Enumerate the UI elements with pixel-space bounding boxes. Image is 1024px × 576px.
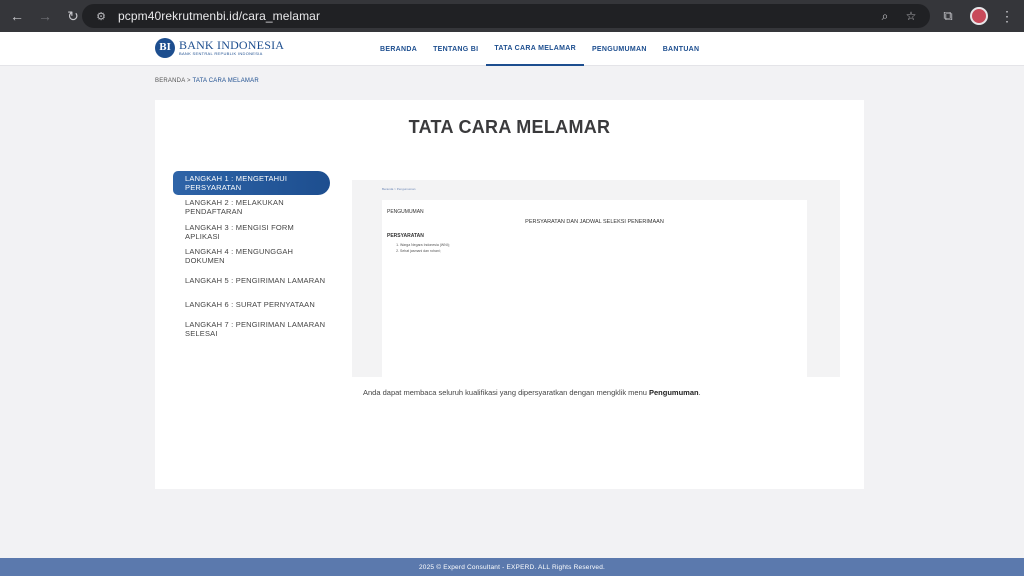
steps-list: LANGKAH 1 : MENGETAHUI PERSYARATAN LANGK…: [173, 171, 330, 341]
content-card: TATA CARA MELAMAR LANGKAH 1 : MENGETAHUI…: [155, 100, 864, 489]
description-text: Anda dapat membaca seluruh kualifikasi y…: [363, 388, 649, 397]
step-3[interactable]: LANGKAH 3 : MENGISI FORM APLIKASI: [173, 220, 330, 244]
profile-avatar[interactable]: [970, 7, 988, 25]
step-1[interactable]: LANGKAH 1 : MENGETAHUI PERSYARATAN: [173, 171, 330, 195]
preview-section: PERSYARATAN: [387, 233, 424, 239]
address-bar[interactable]: ⚙ pcpm40rekrutmenbi.id/cara_melamar ⌕ ☆: [82, 4, 930, 28]
nav-beranda[interactable]: BERANDA: [372, 32, 425, 66]
page-title: TATA CARA MELAMAR: [408, 117, 611, 137]
logo-mark-icon: BI: [155, 38, 175, 58]
extensions-icon[interactable]: ⧉: [936, 4, 960, 28]
preview-breadcrumb: Beranda > Pengumuman: [382, 187, 416, 191]
nav-tentang-bi[interactable]: TENTANG BI: [425, 32, 486, 66]
browser-toolbar: ← → ↻ ⚙ pcpm40rekrutmenbi.id/cara_melama…: [0, 0, 1024, 32]
step-2[interactable]: LANGKAH 2 : MELAKUKAN PENDAFTARAN: [173, 195, 330, 219]
site-info-icon[interactable]: ⚙: [90, 7, 112, 25]
description-suffix: .: [698, 388, 701, 397]
nav-tata-cara-melamar[interactable]: TATA CARA MELAMAR: [486, 32, 584, 66]
bank-indonesia-logo[interactable]: BI BANK INDONESIA BANK SENTRAL REPUBLIK …: [155, 38, 284, 58]
zoom-icon[interactable]: ⌕: [876, 7, 894, 25]
description-bold-link: Pengumuman: [649, 388, 699, 397]
breadcrumb-home[interactable]: BERANDA: [155, 78, 185, 84]
step-5[interactable]: LANGKAH 5 : PENGIRIMAN LAMARAN: [173, 268, 330, 292]
nav-bantuan[interactable]: BANTUAN: [655, 32, 708, 66]
logo-name: BANK INDONESIA: [179, 38, 285, 52]
footer: 2025 © Experd Consultant - EXPERD. ALL R…: [0, 558, 1024, 576]
url-text[interactable]: pcpm40rekrutmenbi.id/cara_melamar: [118, 9, 320, 23]
preview-paper: PENGUMUMAN PERSYARATAN DAN JADWAL SELEKS…: [382, 200, 807, 377]
nav-pengumuman[interactable]: PENGUMUMAN: [584, 32, 655, 66]
footer-copyright: 2025 © Experd Consultant - EXPERD. ALL R…: [418, 563, 606, 571]
preview-heading: PERSYARATAN DAN JADWAL SELEKSI PENERIMAA…: [525, 219, 664, 225]
step-6[interactable]: LANGKAH 6 : SURAT PERNYATAAN: [173, 292, 330, 316]
step-4[interactable]: LANGKAH 4 : MENGUNGGAH DOKUMEN: [173, 244, 330, 268]
breadcrumb: BERANDA > TATA CARA MELAMAR: [155, 78, 259, 84]
preview-list-item: Sehat jasmani dan rohani;: [400, 248, 450, 254]
preview-list: Warga Negara Indonesia (WNI); Sehat jasm…: [396, 242, 450, 254]
site-header: BI BANK INDONESIA BANK SENTRAL REPUBLIK …: [0, 32, 1024, 66]
step-screenshot-preview: Beranda > Pengumuman PENGUMUMAN PERSYARA…: [352, 180, 840, 377]
breadcrumb-current: TATA CARA MELAMAR: [192, 78, 259, 84]
preview-page-label: PENGUMUMAN: [387, 209, 424, 215]
back-icon[interactable]: ←: [4, 3, 30, 29]
bookmark-star-icon[interactable]: ☆: [902, 7, 920, 25]
browser-menu-icon[interactable]: ⋮: [998, 4, 1016, 28]
top-navigation: BERANDA TENTANG BI TATA CARA MELAMAR PEN…: [372, 32, 707, 66]
breadcrumb-separator: >: [186, 78, 191, 84]
step-7[interactable]: LANGKAH 7 : PENGIRIMAN LAMARAN SELESAI: [173, 317, 330, 341]
forward-icon[interactable]: →: [32, 3, 58, 29]
step-description: Anda dapat membaca seluruh kualifikasi y…: [363, 388, 701, 397]
